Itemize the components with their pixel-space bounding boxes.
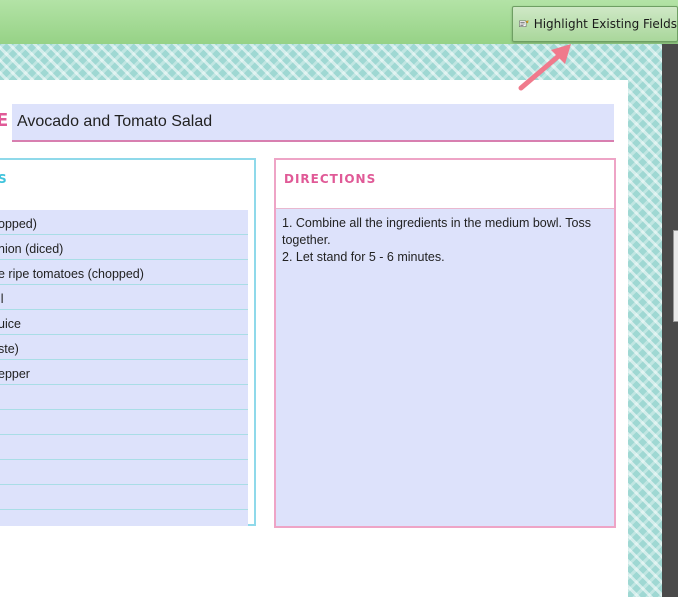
ingredients-panel: S opped) nion (diced) e ripe tomatoes (c… bbox=[0, 158, 256, 526]
title-prefix-fragment: E bbox=[0, 110, 9, 131]
ingredients-header-fragment: S bbox=[0, 172, 8, 186]
list-item[interactable]: nion (diced) bbox=[0, 235, 248, 260]
arrow-pointer-icon bbox=[518, 44, 571, 91]
list-item[interactable]: uice bbox=[0, 310, 248, 335]
list-item[interactable]: il bbox=[0, 285, 248, 310]
list-item[interactable] bbox=[0, 460, 248, 485]
list-item[interactable] bbox=[0, 385, 248, 410]
list-item[interactable]: epper bbox=[0, 360, 248, 385]
highlight-existing-fields-button[interactable]: Highlight Existing Fields bbox=[512, 6, 678, 42]
list-item[interactable] bbox=[0, 435, 248, 460]
directions-header: DIRECTIONS bbox=[284, 172, 377, 186]
ingredients-list[interactable]: opped) nion (diced) e ripe tomatoes (cho… bbox=[0, 210, 248, 526]
directions-field[interactable]: 1. Combine all the ingredients in the me… bbox=[276, 208, 614, 526]
list-item[interactable]: opped) bbox=[0, 210, 248, 235]
highlight-existing-fields-label: Highlight Existing Fields bbox=[533, 17, 677, 31]
recipe-title-field[interactable]: Avocado and Tomato Salad bbox=[12, 104, 614, 142]
list-item[interactable] bbox=[0, 410, 248, 435]
side-scroll-tab[interactable] bbox=[673, 230, 678, 322]
directions-panel: DIRECTIONS 1. Combine all the ingredient… bbox=[274, 158, 616, 528]
top-toolbar: Highlight Existing Fields bbox=[0, 0, 678, 45]
recipe-title-text: Avocado and Tomato Salad bbox=[17, 113, 213, 130]
direction-step: 1. Combine all the ingredients in the me… bbox=[282, 216, 591, 247]
list-item[interactable] bbox=[0, 485, 248, 510]
list-item[interactable]: e ripe tomatoes (chopped) bbox=[0, 260, 248, 285]
list-item[interactable]: ste) bbox=[0, 335, 248, 360]
direction-step: 2. Let stand for 5 - 6 minutes. bbox=[282, 250, 445, 264]
highlight-fields-icon bbox=[519, 20, 529, 27]
